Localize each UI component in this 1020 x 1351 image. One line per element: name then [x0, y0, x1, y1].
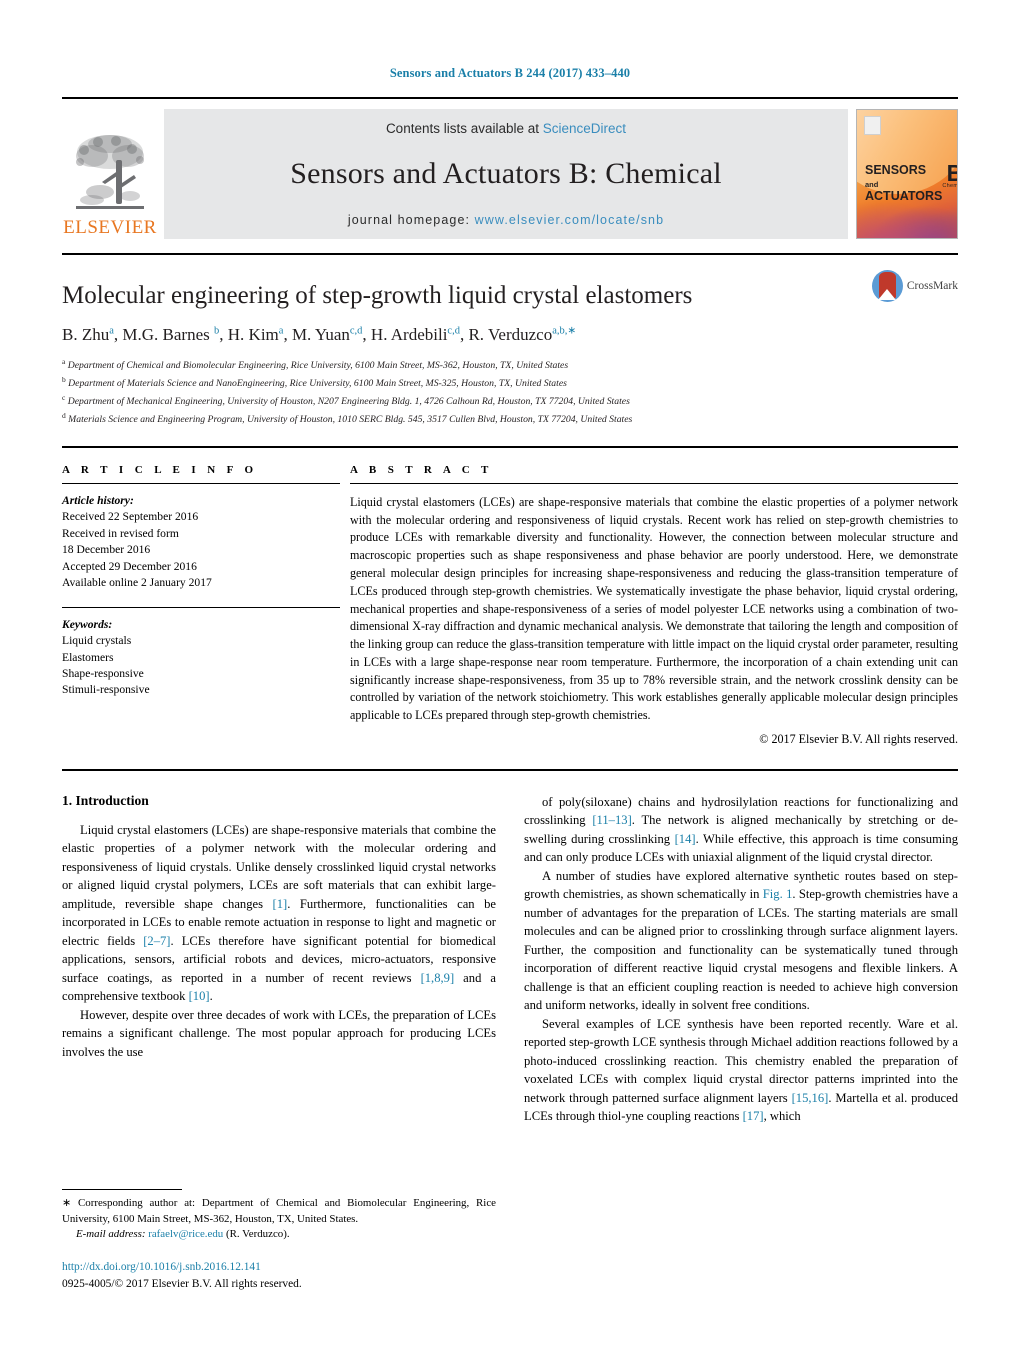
affiliation-marker: d [62, 410, 66, 420]
cover-line-2: ACTUATORS [865, 189, 943, 204]
abstract-text: Liquid crystal elastomers (LCEs) are sha… [350, 494, 958, 723]
title-block: Molecular engineering of step-growth liq… [62, 255, 958, 428]
corresponding-marker: ∗ [62, 1197, 72, 1210]
cover-title-text: SENSORS and ACTUATORS B Chemical [865, 162, 957, 204]
paragraph: Several examples of LCE synthesis have b… [524, 1016, 958, 1124]
affiliation-text: Department of Materials Science and Nano… [68, 378, 567, 390]
paragraph: Liquid crystal elastomers (LCEs) are sha… [62, 822, 496, 1004]
history-line: Received 22 September 2016 [62, 510, 199, 524]
body-left-column: 1. Introduction Liquid crystal elastomer… [62, 793, 496, 1126]
author-list: B. Zhua, M.G. Barnes b, H. Kima, M. Yuan… [62, 325, 577, 344]
affiliation-text: Department of Mechanical Engineering, Un… [67, 396, 630, 408]
history-line: Accepted 29 December 2016 [62, 559, 197, 573]
keywords-label: Keywords: [62, 617, 113, 631]
section-heading-introduction: 1. Introduction [62, 792, 149, 808]
keywords-divider [62, 606, 340, 608]
sciencedirect-link[interactable]: ScienceDirect [543, 121, 626, 136]
corresponding-author-note: ∗ Corresponding author at: Department of… [62, 1196, 496, 1242]
doi-block: http://dx.doi.org/10.1016/j.snb.2016.12.… [62, 1259, 496, 1293]
email-line: E-mail address: rafaelv@rice.edu (R. Ver… [62, 1227, 496, 1242]
article-history-block: Article history: Received 22 September 2… [62, 493, 340, 592]
paragraph: However, despite over three decades of w… [62, 1007, 496, 1059]
journal-title: Sensors and Actuators B: Chemical [290, 156, 722, 190]
article-history-label: Article history: [62, 493, 134, 507]
email-owner: (R. Verduzco). [225, 1228, 290, 1241]
cover-letter-subtitle: Chemical [942, 182, 958, 189]
journal-masthead: ELSEVIER Contents lists available at Sci… [62, 97, 958, 239]
abstract-rule [350, 482, 958, 484]
cover-title-lines: SENSORS and ACTUATORS [865, 163, 943, 204]
journal-cover-thumbnail[interactable]: SENSORS and ACTUATORS B Chemical [856, 109, 958, 239]
crossmark-label: CrossMark [906, 280, 958, 292]
elsevier-logo: ELSEVIER [62, 109, 158, 239]
contents-prefix: Contents lists available at [385, 121, 543, 136]
paragraph: A number of studies have explored altern… [524, 868, 958, 1013]
affiliation-marker: a [62, 357, 66, 367]
keyword-item: Elastomers [62, 650, 114, 664]
body-right-column: of poly(siloxane) chains and hydrosilyla… [524, 793, 958, 1126]
cover-and-word: and [865, 180, 879, 190]
info-divider [62, 445, 958, 448]
info-abstract-grid: A R T I C L E I N F O Article history: R… [62, 464, 958, 747]
crossmark-notch [878, 289, 897, 300]
issn-copyright-line: 0925-4005/© 2017 Elsevier B.V. All right… [62, 1277, 302, 1290]
body-columns: 1. Introduction Liquid crystal elastomer… [62, 793, 958, 1126]
paper-page: Sensors and Actuators B 244 (2017) 433–4… [0, 0, 1020, 1351]
article-info-heading: A R T I C L E I N F O [62, 463, 258, 476]
article-info-column: A R T I C L E I N F O Article history: R… [62, 464, 340, 747]
affiliation-marker: b [62, 375, 66, 385]
elsevier-tree-icon [76, 135, 144, 209]
abstract-column: A B S T R A C T Liquid crystal elastomer… [340, 464, 958, 747]
affiliation-item: d Materials Science and Engineering Prog… [62, 410, 958, 428]
history-line: Received in revised form [62, 526, 179, 540]
homepage-prefix: journal homepage: [347, 213, 475, 227]
journal-homepage-line: journal homepage: www.elsevier.com/locat… [348, 213, 664, 227]
running-head: Sensors and Actuators B 244 (2017) 433–4… [389, 66, 631, 80]
footnote-divider [62, 1189, 182, 1191]
cover-line-1: SENSORS and [865, 163, 942, 190]
crossmark-badge[interactable]: CrossMark [872, 269, 958, 303]
keyword-item: Liquid crystals [62, 634, 132, 648]
keyword-item: Shape-responsive [62, 666, 144, 680]
email-link[interactable]: rafaelv@rice.edu [148, 1228, 223, 1240]
keyword-item: Stimuli-responsive [62, 683, 150, 697]
page-title: Molecular engineering of step-growth liq… [62, 282, 693, 309]
keywords-block: Keywords: Liquid crystals Elastomers Sha… [62, 617, 340, 699]
history-line: 18 December 2016 [62, 543, 151, 557]
affiliation-item: a Department of Chemical and Biomolecula… [62, 356, 958, 374]
abstract-heading: A B S T R A C T [350, 463, 493, 476]
contents-available-line: Contents lists available at ScienceDirec… [386, 121, 626, 136]
article-info-rule [62, 482, 340, 484]
footnote-block: ∗ Corresponding author at: Department of… [62, 1189, 496, 1293]
cover-sensors-word: SENSORS [865, 163, 927, 177]
elsevier-wordmark: ELSEVIER [63, 217, 157, 238]
paragraph: of poly(siloxane) chains and hydrosilyla… [524, 794, 959, 865]
history-line: Available online 2 January 2017 [62, 576, 212, 590]
cover-elsevier-mini-icon [864, 116, 881, 135]
affiliation-marker: c [62, 393, 66, 402]
affiliation-text: Materials Science and Engineering Progra… [68, 414, 633, 426]
corresponding-text: Corresponding author at: Department of C… [62, 1197, 497, 1225]
journal-homepage-link[interactable]: www.elsevier.com/locate/snb [475, 213, 665, 227]
journal-band: Contents lists available at ScienceDirec… [164, 109, 848, 239]
cover-letter-b: B Chemical [942, 162, 958, 189]
affiliation-item: c Department of Mechanical Engineering, … [62, 392, 958, 410]
doi-link[interactable]: http://dx.doi.org/10.1016/j.snb.2016.12.… [62, 1259, 496, 1276]
abstract-copyright: © 2017 Elsevier B.V. All rights reserved… [759, 731, 958, 746]
crossmark-icon [872, 270, 903, 302]
body-divider [62, 768, 958, 771]
email-label: E-mail address: [76, 1228, 146, 1241]
affiliation-list: a Department of Chemical and Biomolecula… [62, 356, 958, 428]
affiliation-item: b Department of Materials Science and Na… [62, 374, 958, 392]
affiliation-text: Department of Chemical and Biomolecular … [67, 360, 569, 372]
